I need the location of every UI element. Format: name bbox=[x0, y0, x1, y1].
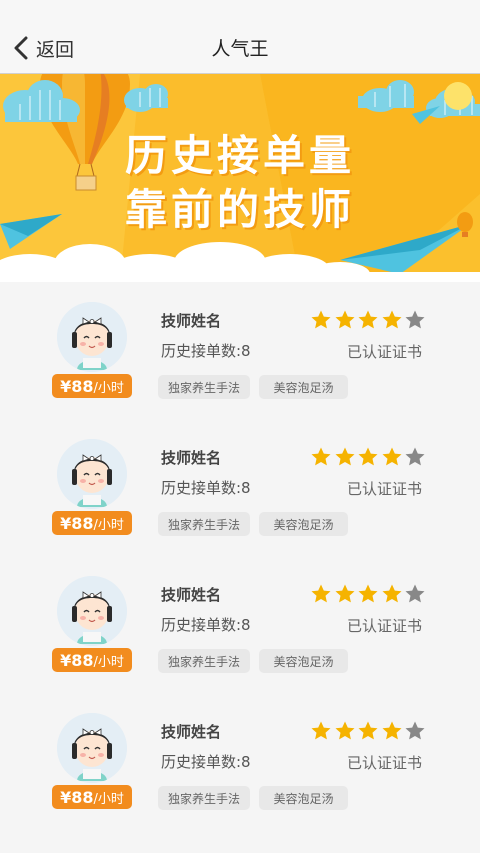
price-amount: ¥88 bbox=[60, 787, 94, 807]
price-badge[interactable]: ¥88/小时 bbox=[52, 511, 132, 535]
sun-icon bbox=[444, 82, 472, 110]
technician-avatar-icon bbox=[57, 576, 127, 646]
page-title: 人气王 bbox=[211, 38, 269, 60]
order-count: 历史接单数:8 bbox=[161, 479, 251, 497]
star-icon bbox=[405, 584, 425, 603]
skill-tag: 美容泡足汤 bbox=[259, 649, 348, 673]
certificate-status: 已认证证书 bbox=[346, 617, 422, 635]
order-count: 历史接单数:8 bbox=[161, 753, 251, 771]
star-icon bbox=[358, 447, 378, 466]
star-rating bbox=[310, 720, 428, 742]
avatar bbox=[57, 439, 127, 509]
technician-card[interactable]: ¥88/小时 技师姓名 历史接单数:8 已认证证书 独家养生手法 美容泡足汤 bbox=[0, 556, 480, 693]
skill-tag: 独家养生手法 bbox=[158, 512, 250, 536]
star-rating bbox=[310, 583, 428, 605]
avatar bbox=[57, 576, 127, 646]
avatar bbox=[57, 713, 127, 783]
price-unit: /小时 bbox=[93, 791, 124, 807]
price-amount: ¥88 bbox=[60, 376, 94, 396]
technician-name: 技师姓名 bbox=[161, 312, 222, 330]
certificate-status: 已认证证书 bbox=[346, 480, 422, 498]
star-icon bbox=[405, 310, 425, 329]
banner-headline-line1: 历史接单量 bbox=[124, 131, 355, 180]
price-badge[interactable]: ¥88/小时 bbox=[52, 648, 132, 672]
price-unit: /小时 bbox=[93, 380, 124, 396]
promo-banner[interactable]: 历史接单量 靠前的技师 bbox=[0, 74, 480, 282]
price-badge[interactable]: ¥88/小时 bbox=[52, 374, 132, 398]
skill-tag: 美容泡足汤 bbox=[259, 786, 348, 810]
star-icon bbox=[335, 721, 354, 740]
star-icon bbox=[358, 721, 378, 740]
star-icon bbox=[382, 721, 401, 740]
technician-card[interactable]: ¥88/小时 技师姓名 历史接单数:8 已认证证书 独家养生手法 美容泡足汤 bbox=[0, 282, 480, 419]
technician-avatar-icon bbox=[57, 302, 127, 372]
technician-list: ¥88/小时 技师姓名 历史接单数:8 已认证证书 独家养生手法 美容泡足汤 ¥… bbox=[0, 282, 480, 853]
certificate-status: 已认证证书 bbox=[346, 343, 422, 361]
star-rating bbox=[310, 446, 428, 468]
star-icon bbox=[311, 447, 331, 466]
star-icon bbox=[311, 584, 331, 603]
technician-card[interactable]: ¥88/小时 技师姓名 历史接单数:8 已认证证书 独家养生手法 美容泡足汤 bbox=[0, 419, 480, 556]
technician-name: 技师姓名 bbox=[161, 586, 222, 604]
price-amount: ¥88 bbox=[60, 513, 94, 533]
star-icon bbox=[382, 310, 401, 329]
skill-tag: 美容泡足汤 bbox=[259, 512, 348, 536]
skill-tag: 独家养生手法 bbox=[158, 375, 250, 399]
star-icon bbox=[311, 721, 331, 740]
certificate-status: 已认证证书 bbox=[346, 754, 422, 772]
price-badge[interactable]: ¥88/小时 bbox=[52, 785, 132, 809]
star-icon bbox=[335, 310, 354, 329]
star-icon bbox=[382, 584, 401, 603]
banner-headline-line2: 靠前的技师 bbox=[124, 185, 355, 234]
technician-name: 技师姓名 bbox=[161, 723, 222, 741]
skill-tag: 美容泡足汤 bbox=[259, 375, 348, 399]
star-icon bbox=[335, 447, 354, 466]
technician-avatar-icon bbox=[57, 713, 127, 783]
star-icon bbox=[335, 584, 354, 603]
order-count: 历史接单数:8 bbox=[161, 342, 251, 360]
star-icon bbox=[405, 721, 425, 740]
price-unit: /小时 bbox=[93, 517, 124, 533]
technician-card[interactable]: ¥88/小时 技师姓名 历史接单数:8 已认证证书 独家养生手法 美容泡足汤 bbox=[0, 693, 480, 830]
star-icon bbox=[358, 310, 378, 329]
technician-avatar-icon bbox=[57, 439, 127, 509]
star-icon bbox=[311, 310, 331, 329]
skill-tag: 独家养生手法 bbox=[158, 786, 250, 810]
price-amount: ¥88 bbox=[60, 650, 94, 670]
star-icon bbox=[382, 447, 401, 466]
star-icon bbox=[358, 584, 378, 603]
technician-name: 技师姓名 bbox=[161, 449, 222, 467]
order-count: 历史接单数:8 bbox=[161, 616, 251, 634]
star-icon bbox=[405, 447, 425, 466]
navigation-bar: 返回 人气王 bbox=[0, 0, 480, 74]
star-rating bbox=[310, 309, 428, 331]
avatar bbox=[57, 302, 127, 372]
price-unit: /小时 bbox=[93, 654, 124, 670]
skill-tag: 独家养生手法 bbox=[158, 649, 250, 673]
